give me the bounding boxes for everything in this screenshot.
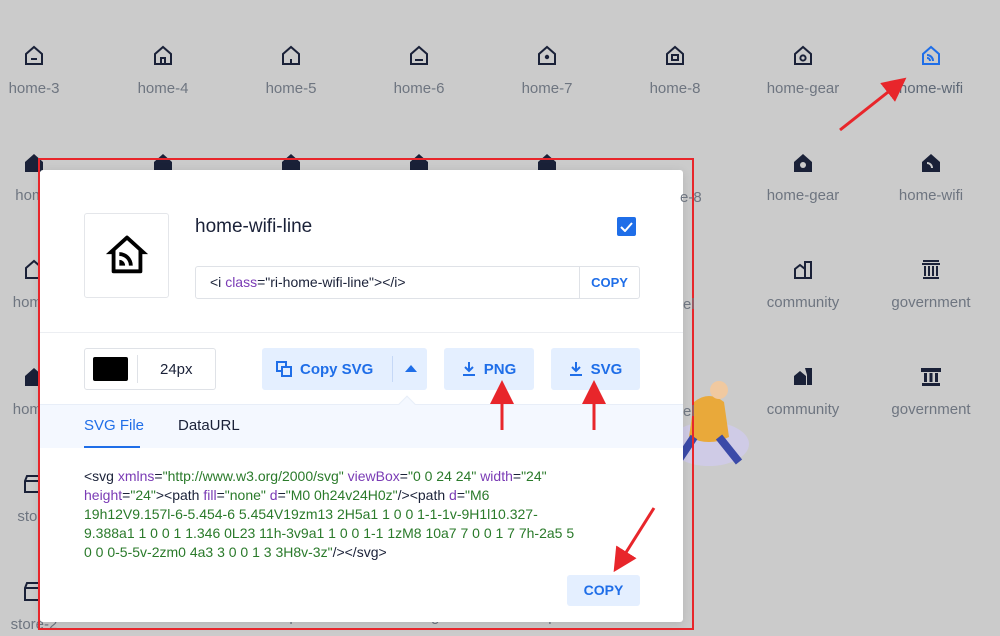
divider bbox=[392, 356, 393, 382]
icon-label: community bbox=[766, 294, 840, 311]
home-wifi-icon bbox=[922, 45, 940, 65]
icon-cell[interactable]: home-3 bbox=[0, 44, 98, 97]
png-label: PNG bbox=[483, 360, 517, 378]
icon-label: government bbox=[891, 401, 971, 418]
copy-icon bbox=[276, 361, 292, 377]
copy-svg-button[interactable]: Copy SVG bbox=[262, 348, 427, 390]
download-png-button[interactable]: PNG bbox=[444, 348, 534, 390]
icon-label: home-wifi bbox=[898, 80, 964, 97]
icon-preview bbox=[84, 213, 169, 298]
icon-label: community bbox=[766, 401, 840, 418]
icon-detail-modal: home-wifi-line <i class="ri-home-wifi-li… bbox=[40, 170, 683, 622]
svg-code-block[interactable]: <svg xmlns="http://www.w3.org/2000/svg" … bbox=[84, 467, 624, 562]
government-icon bbox=[922, 260, 940, 279]
icon-cell[interactable]: home-gear bbox=[739, 44, 867, 97]
copy-svg-label: Copy SVG bbox=[300, 360, 374, 378]
download-icon bbox=[569, 362, 582, 376]
divider bbox=[137, 355, 138, 383]
tab-underline bbox=[84, 446, 140, 448]
icon-code-text[interactable]: <i class="ri-home-wifi-line"></i> bbox=[196, 267, 579, 298]
icon-cell[interactable]: home-8 bbox=[611, 44, 739, 97]
code-tabs: SVG File DataURL bbox=[40, 395, 683, 448]
tab-dataurl[interactable]: DataURL bbox=[178, 417, 240, 434]
icon-label: home-7 bbox=[521, 80, 573, 97]
check-icon bbox=[620, 221, 633, 232]
icon-cell[interactable]: home-7 bbox=[483, 44, 611, 97]
home-gear-fill-icon bbox=[794, 154, 812, 172]
community-icon bbox=[794, 261, 812, 279]
svg-label: SVG bbox=[590, 360, 623, 378]
icon-cell[interactable]: home-6 bbox=[355, 44, 483, 97]
dropdown-notch bbox=[398, 395, 416, 413]
home-3-icon bbox=[25, 45, 43, 65]
copy-svg-code-button[interactable]: COPY bbox=[567, 575, 640, 606]
icon-label: home-gear bbox=[766, 187, 840, 204]
download-icon bbox=[462, 362, 475, 376]
home-7-icon bbox=[538, 45, 556, 65]
icon-label: home-8 bbox=[649, 80, 701, 97]
community-fill-icon bbox=[794, 368, 812, 385]
icon-label: home-gear bbox=[766, 80, 840, 97]
color-swatch[interactable] bbox=[93, 357, 128, 381]
icon-name-title: home-wifi-line bbox=[195, 216, 313, 237]
icon-label: home-wifi bbox=[898, 187, 964, 204]
caret-up-icon[interactable] bbox=[405, 365, 417, 372]
icon-label: home-5 bbox=[265, 80, 317, 97]
icon-cell[interactable]: government bbox=[867, 258, 995, 311]
icon-label: home-6 bbox=[393, 80, 445, 97]
icon-code-field[interactable]: <i class="ri-home-wifi-line"></i> COPY bbox=[195, 266, 640, 299]
home-5-icon bbox=[282, 45, 300, 65]
home-gear-icon bbox=[794, 45, 812, 65]
icon-cell[interactable]: community bbox=[739, 365, 867, 418]
icon-label-partial: el bbox=[683, 296, 695, 313]
copy-code-button[interactable]: COPY bbox=[579, 267, 639, 298]
icon-cell[interactable]: home-wifi bbox=[867, 151, 995, 204]
color-size-control[interactable]: 24px bbox=[84, 348, 216, 390]
size-value[interactable]: 24px bbox=[160, 361, 193, 378]
icon-label-partial: el bbox=[683, 403, 695, 420]
icon-cell[interactable]: home-4 bbox=[99, 44, 227, 97]
icon-cell-selected[interactable]: home-wifi bbox=[867, 44, 995, 97]
icon-cell[interactable]: home-gear bbox=[739, 151, 867, 204]
icon-label: government bbox=[891, 294, 971, 311]
government-fill-icon bbox=[921, 368, 941, 386]
icon-cell[interactable]: government bbox=[867, 365, 995, 418]
icon-cell[interactable]: home-5 bbox=[227, 44, 355, 97]
download-svg-button[interactable]: SVG bbox=[551, 348, 640, 390]
divider bbox=[40, 332, 683, 333]
tab-svg-file[interactable]: SVG File bbox=[84, 417, 144, 448]
icon-label: home-3 bbox=[8, 80, 60, 97]
home-6-icon bbox=[410, 45, 428, 65]
home-wifi-fill-icon bbox=[922, 154, 940, 172]
icon-cell[interactable]: community bbox=[739, 258, 867, 311]
icon-label-partial: e-8 bbox=[680, 189, 702, 206]
icon-label: home-4 bbox=[137, 80, 189, 97]
home-wifi-line-icon bbox=[105, 235, 148, 273]
select-checkbox[interactable] bbox=[617, 217, 636, 236]
home-8-icon bbox=[666, 45, 684, 65]
home-4-icon bbox=[154, 45, 172, 65]
